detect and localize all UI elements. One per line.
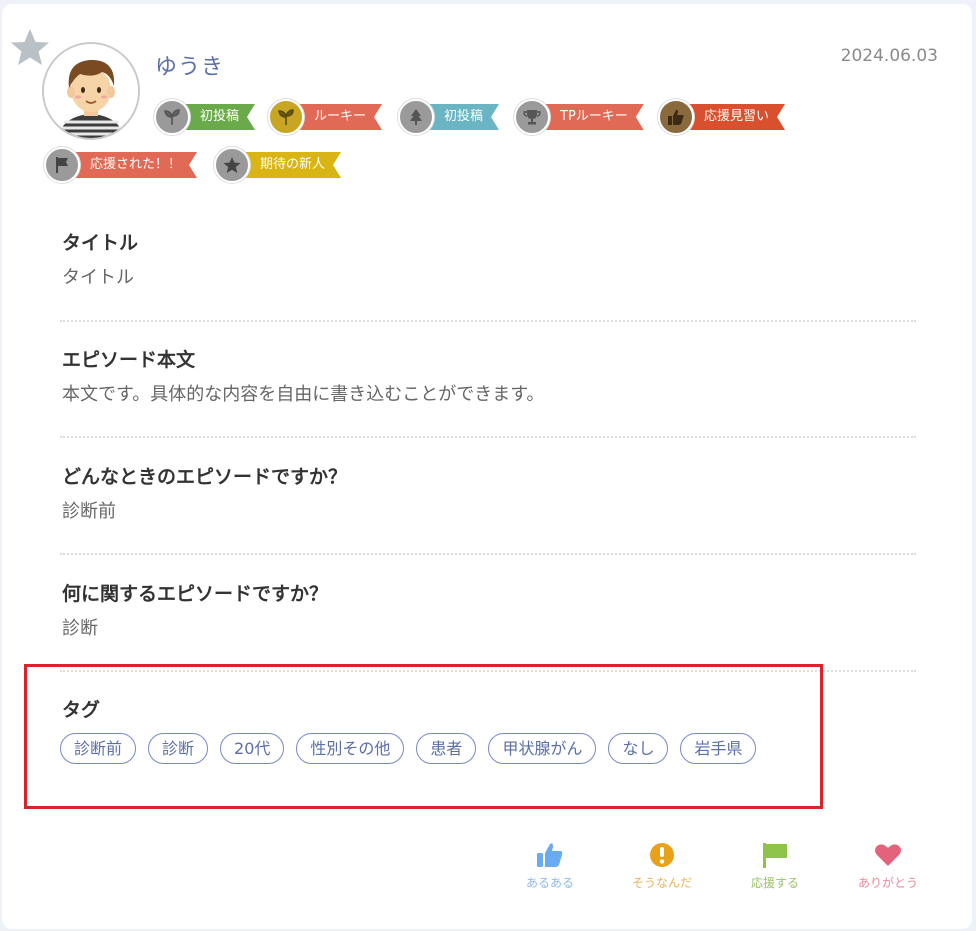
sprout-icon bbox=[268, 99, 304, 135]
tree-icon bbox=[398, 99, 434, 135]
reaction-arigatou-button[interactable]: ありがとう bbox=[848, 842, 928, 891]
reaction-aruaru-button[interactable]: あるある bbox=[510, 842, 590, 891]
badge-rookie: ルーキー bbox=[268, 99, 382, 135]
badge-support-apprentice: 応援見習い bbox=[658, 99, 785, 135]
section-heading: タイトル bbox=[62, 232, 139, 254]
thumbs-up-icon bbox=[537, 843, 563, 867]
badge-label: 期待の新人 bbox=[242, 152, 341, 178]
sprout-icon bbox=[154, 99, 190, 135]
avatar[interactable] bbox=[42, 42, 140, 140]
badge-label: TPルーキー bbox=[542, 104, 644, 130]
reaction-sounanda-button[interactable]: そうなんだ bbox=[622, 842, 702, 891]
section-value: タイトル bbox=[62, 267, 134, 288]
section-heading: エピソード本文 bbox=[62, 349, 196, 371]
flag-icon bbox=[44, 147, 80, 183]
favorite-star-icon[interactable] bbox=[8, 26, 52, 70]
badge-tp-rookie: TPルーキー bbox=[514, 99, 644, 135]
section-heading: 何に関するエピソードですか？ bbox=[62, 583, 329, 605]
section-value: 診断前 bbox=[62, 501, 116, 522]
user-avatar-illustration bbox=[44, 44, 138, 138]
star-icon bbox=[214, 147, 250, 183]
badge-first-post-tree: 初投稿 bbox=[398, 99, 499, 135]
username[interactable]: ゆうき bbox=[155, 49, 224, 81]
section-body: エピソード本文 本文です。具体的な内容を自由に書き込むことができます。 bbox=[62, 345, 916, 406]
reaction-label: 応援する bbox=[750, 876, 799, 890]
tags-highlight-box bbox=[24, 664, 823, 809]
section-value: 診断 bbox=[62, 618, 98, 639]
badge-first-post: 初投稿 bbox=[154, 99, 255, 135]
badge-label: 初投稿 bbox=[182, 104, 255, 130]
badge-label: 初投稿 bbox=[426, 104, 499, 130]
exclamation-icon bbox=[650, 843, 674, 867]
heart-icon bbox=[875, 844, 901, 866]
badge-promising-newcomer: 期待の新人 bbox=[214, 147, 341, 183]
reaction-ouen-button[interactable]: 応援する bbox=[735, 842, 815, 891]
divider bbox=[60, 553, 916, 555]
reaction-label: そうなんだ bbox=[631, 876, 692, 890]
flag-icon bbox=[763, 843, 787, 868]
post-date: 2024.06.03 bbox=[840, 46, 938, 66]
badge-label: ルーキー bbox=[296, 104, 382, 130]
reaction-label: ありがとう bbox=[857, 876, 918, 890]
section-about: 何に関するエピソードですか？ 診断 bbox=[62, 579, 916, 640]
badge-label: 応援された！！ bbox=[72, 152, 197, 178]
trophy-icon bbox=[514, 99, 550, 135]
section-heading: どんなときのエピソードですか？ bbox=[62, 466, 348, 488]
section-title: タイトル タイトル bbox=[62, 228, 916, 289]
divider bbox=[60, 436, 916, 438]
badge-supported: 応援された！！ bbox=[44, 147, 197, 183]
section-when: どんなときのエピソードですか？ 診断前 bbox=[62, 462, 916, 523]
reaction-label: あるある bbox=[525, 876, 574, 890]
badge-label: 応援見習い bbox=[686, 104, 785, 130]
section-value: 本文です。具体的な内容を自由に書き込むことができます。 bbox=[62, 384, 545, 405]
divider bbox=[60, 320, 916, 322]
thumbs-up-icon bbox=[658, 99, 694, 135]
